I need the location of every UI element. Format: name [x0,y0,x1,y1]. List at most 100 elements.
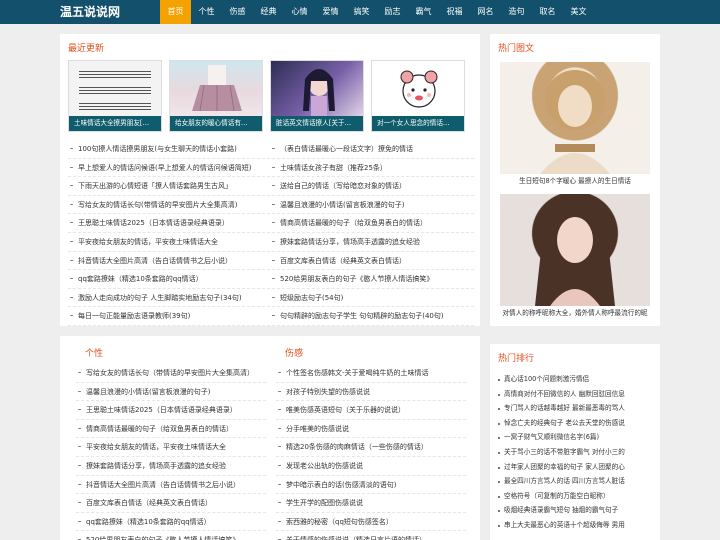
list-item: 索西雅的秘密（qq短句伤感签名） [276,513,466,532]
hot-ranking-title: 热门排行 [498,354,535,364]
nav-item-classic[interactable]: 经典 [253,0,284,24]
hot-pictures-panel: 热门图文 生日短句8个字暖心 最撩人的生日情话 对情人的称呼昵称大全，婚外情人称… [490,34,660,326]
list-item: 梦中暗示表白的话(伤感清淡的语句) [276,476,466,495]
article-link[interactable]: 土味情话女孩子有甜（推荐25条） [270,159,474,177]
article-link[interactable]: 分手唯美的伤感说说 [276,420,466,438]
article-link[interactable]: 520给男朋友表白的句子《憨人节撩人情话搞笑》 [270,270,474,288]
nav-item-funny[interactable]: 搞笑 [346,0,377,24]
ranking-item[interactable]: 真心话100个问题刺激污情侣 [498,372,654,387]
list-item: 每日一句正能量励志语录教师(39句) 句句精辟的励志句子学生 句句精辟的励志句子… [68,307,474,326]
article-link[interactable]: 温馨且浪漫的小情话(留言板浪漫的句子) [270,196,474,214]
hot-picture-card[interactable]: 对情人的称呼昵称大全，婚外情人称呼最流行的昵 [500,194,650,320]
article-link[interactable]: 写给女友的情话长句（带情话的早安图片大全集高清） [76,364,266,382]
list-item: 平安夜给女朋友的情话，平安夜土味情话大全 [76,438,266,457]
hot-ranking-panel: 热门排行 真心话100个问题刺激污情侣 高情商对付不回微信的人 幽默回怼回信息 … [490,344,660,540]
article-link[interactable]: 个性签名伤感韩文-关于爱喝纯牛奶的土味情话 [276,364,466,382]
article-link[interactable]: qq套路撩妹（精选10条套路的qq情话） [76,513,266,531]
thumb-caption: 土味情话大全撩男朋友[… [69,116,161,131]
girl-skirt-image [170,61,262,116]
nav-item-blessing[interactable]: 祝福 [439,0,470,24]
article-link[interactable]: 抖音情话大全图片高清（告白话情情书之后小说） [76,476,266,494]
article-link[interactable]: 发现老公出轨的伤感说说 [276,457,466,475]
hot-pictures-title: 热门图文 [498,44,535,54]
article-link[interactable]: 百度文库表白情话（经典英文表白情话） [270,252,474,270]
hot-picture-card[interactable]: 生日短句8个字暖心 最撩人的生日情话 [500,62,650,188]
article-link[interactable]: 王思聪土味情话2025（日本情话语录经典语录） [68,214,264,232]
recent-updates-panel: 最近更新 土味情话大全撩男朋友[… 给女朋友的暖心情话有… 脏话英文情话撩人[关… [60,34,480,326]
nav-item-mood[interactable]: 心情 [284,0,315,24]
article-link[interactable]: 平安夜给女朋友的情话，平安夜土味情话大全 [68,233,264,251]
ranking-item[interactable]: 过年家人团聚的幸福的句子 家人团聚的心 [498,460,654,475]
article-link[interactable]: 撩妹套路情话分享，情场高手透露的追女经验 [76,457,266,475]
thumb-card[interactable]: 脏话英文情话撩人[关于… [270,60,364,132]
article-link[interactable]: 平安夜给女朋友的情话，平安夜土味情话大全 [76,438,266,456]
ranking-item[interactable]: 关于骂小三的话不带脏字霸气 对付小三的 [498,445,654,460]
nav-item-nickname[interactable]: 网名 [470,0,501,24]
list-item: 学生开学的配图伤感说说 [276,494,466,513]
ranking-item[interactable]: 一窝子财气又顺利微信名字(6篇) [498,430,654,445]
nav-item-sentence[interactable]: 造句 [501,0,532,24]
ranking-item[interactable]: 空格符号（可复制的万能空白昵称） [498,489,654,504]
list-item: 个性签名伤感韩文-关于爱喝纯牛奶的土味情话 [276,364,466,383]
article-link[interactable]: 下雨天出游的心情短语「撩人情话套路男生古风」 [68,177,264,195]
list-item: 温馨且浪漫的小情话(留言板浪漫的句子) [76,383,266,402]
article-link[interactable]: 精选20条伤感的肉麻情话（一些伤感的情话） [276,438,466,456]
music-score-image [69,61,161,116]
category-title-sad[interactable]: 伤感 [285,346,303,359]
ranking-item[interactable]: 专门骂人的话越毒越好 最新最恶毒的骂人 [498,401,654,416]
article-link[interactable]: 送给自己的情话（写给暗恋对象的情话） [270,177,474,195]
article-link[interactable]: 对孩子特别失望的伤感说说 [276,383,466,401]
nav-item-inspire[interactable]: 励志 [377,0,408,24]
article-link[interactable]: 梦中暗示表白的话(伤感清淡的语句) [276,476,466,494]
top-navbar: 温五说说网 首页 个性 伤感 经典 心情 爱情 搞笑 励志 霸气 祝福 网名 造… [0,0,720,24]
list-item: 撩妹套路情话分享，情场高手透露的追女经验 [76,457,266,476]
thumb-card[interactable]: 土味情话大全撩男朋友[… [68,60,162,132]
nav-item-naming[interactable]: 取名 [532,0,563,24]
nav-item-personality[interactable]: 个性 [191,0,222,24]
nav-item-domineering[interactable]: 霸气 [408,0,439,24]
article-link[interactable]: 早上想爱人的情话问候语(早上想爱人的情话问候语简短) [68,159,264,177]
list-item: 抖音情话大全图片高清（告白话情情书之后小说） 百度文库表白情话（经典英文表白情话… [68,252,474,271]
thumb-caption: 脏话英文情话撩人[关于… [271,116,363,131]
cartoon-image [372,61,464,116]
recent-updates-title: 最近更新 [68,44,105,54]
article-link[interactable]: 学生开学的配图伤感说说 [276,494,466,512]
ranking-item[interactable]: 串上大夫最恶心的英语十个超级侮辱 男用 [498,518,654,533]
article-link[interactable]: 温馨且浪漫的小情话(留言板浪漫的句子) [76,383,266,401]
article-link[interactable]: 王思聪土味情话2025（日本情话语录经典语录） [76,401,266,419]
article-link[interactable]: 百度文库表白情话（经典英文表白情话） [76,494,266,512]
category-title-personality[interactable]: 个性 [85,346,103,359]
article-link[interactable]: 激励人走向成功的句子 人生脚踏实地励志句子(34句) [68,289,264,307]
article-link[interactable]: 520给男朋友表白的句子《憨人节撩人情话搞笑》 [76,531,266,540]
article-link[interactable]: （表白情话最暖心一段话文字）撩免的情话 [270,140,474,158]
ranking-item[interactable]: 高情商对付不回微信的人 幽默回怼回信息 [498,387,654,402]
article-link[interactable]: 撩妹套路情话分享，情场高手透露的追女经验 [270,233,474,251]
site-logo[interactable]: 温五说说网 [60,2,120,22]
nav-item-essay[interactable]: 美文 [563,0,594,24]
article-link[interactable]: 100句撩人情话撩男朋友(与女生聊天的情话小套路) [68,140,264,158]
article-link[interactable]: 唯美伤感英语短句（关于乐器的说说） [276,401,466,419]
article-link[interactable]: 索西雅的秘密（qq短句伤感签名） [276,513,466,531]
woman-portrait-1 [500,62,650,174]
article-link[interactable]: 抖音情话大全图片高清（告白话情情书之后小说） [68,252,264,270]
article-link[interactable]: 每日一句正能量励志语录教师(39句) [68,307,264,325]
article-link[interactable]: 短级励志句子(54句) [270,289,474,307]
list-item: qq套路撩妹（精选10条套路的qq情话） [76,513,266,532]
nav-item-sad[interactable]: 伤感 [222,0,253,24]
thumb-card[interactable]: 对一个女人思念的情话… [371,60,465,132]
article-link[interactable]: 句句精辟的励志句子学生 句句精辟的励志句子(40句) [270,307,474,325]
list-item: 写给女友的情话长句(带情话的早安图片大全集高清) 温馨且浪漫的小情话(留言板浪漫… [68,196,474,215]
article-link[interactable]: 情商高情话最暖的句子（给双鱼男表白的情话） [270,214,474,232]
nav-item-home[interactable]: 首页 [160,0,191,24]
ranking-item[interactable]: 吸烟经典语录霸气短句 抽烟的霸气句子 [498,503,654,518]
article-link[interactable]: 写给女友的情话长句(带情话的早安图片大全集高清) [68,196,264,214]
ranking-item[interactable]: 最全四川方言骂人的话 四川方言骂人脏话 [498,474,654,489]
article-link[interactable]: 情商高情话最暖的句子（给双鱼男表白的情话） [76,420,266,438]
nav-item-love[interactable]: 爱情 [315,0,346,24]
list-item: 平安夜给女朋友的情话，平安夜土味情话大全 撩妹套路情话分享，情场高手透露的追女经… [68,233,474,252]
ranking-item[interactable]: 悼念亡夫的经典句子 老公去天堂的伤感说 [498,416,654,431]
list-item: 王思聪土味情话2025（日本情话语录经典语录） [76,401,266,420]
thumb-card[interactable]: 给女朋友的暖心情话有… [169,60,263,132]
article-link[interactable]: 关于情感的伤感说说（精选只言片语的情话） [276,531,466,540]
article-link[interactable]: qq套路撩妹（精选10条套路的qq情话） [68,270,264,288]
